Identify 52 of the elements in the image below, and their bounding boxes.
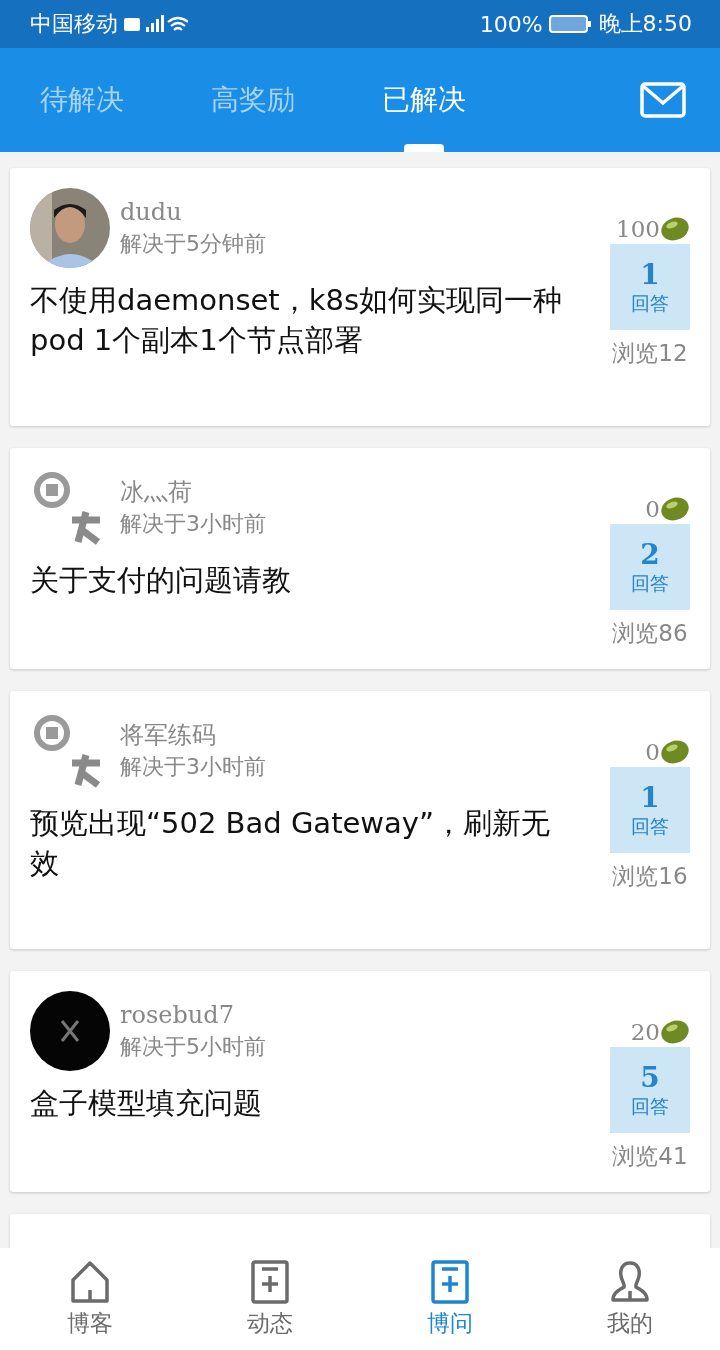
plus-box-icon [431,1259,469,1304]
answer-count: 2 [640,537,660,571]
view-count: 浏览41 [612,1142,688,1171]
answer-label: 回答 [631,1093,669,1119]
nav-item[interactable]: 博问 [360,1248,540,1350]
answer-count: 5 [640,1060,660,1094]
solved-time: 解决于5小时前 [120,1033,266,1061]
user-name[interactable]: 冰灬荷 [120,476,266,508]
mail-icon[interactable] [640,82,686,118]
clock: 晚上8:50 [598,10,692,38]
nav-item[interactable]: 博客 [0,1248,180,1350]
avatar-icon [30,991,110,1071]
person-icon [610,1259,650,1304]
user-name[interactable]: 将军练码 [120,719,266,751]
solved-time: 解决于5分钟前 [120,230,266,258]
user-name[interactable]: rosebud7 [120,999,266,1031]
battery-icon [548,13,593,35]
answer-count: 1 [640,257,660,291]
bounty-amount: 0 [645,739,660,765]
question-title[interactable]: 关于支付的问题请教 [30,560,575,600]
answer-label: 回答 [631,570,669,596]
answer-label: 回答 [631,290,669,316]
solved-time: 解决于3小时前 [120,510,266,538]
answer-label: 回答 [631,813,669,839]
signal-icon [124,13,188,35]
question-title[interactable]: 预览出现“502 Bad Gateway”，刷新无效 [30,803,575,883]
view-count: 浏览86 [612,619,688,648]
question-card[interactable]: dudu 解决于5分钟前 不使用daemonset，k8s如何实现同一种 pod 1个副本1个节点部署 100 1 回答 浏览12 [10,168,710,426]
question-title[interactable]: 不使用daemonset，k8s如何实现同一种 pod 1个副本1个节点部署 [30,280,575,360]
question-card[interactable]: 冰灬荷 解决于3小时前 关于支付的问题请教 0 2 回答 浏览86 [10,448,710,669]
bean-icon [660,216,690,242]
question-card[interactable]: 将军练码 解决于3小时前 预览出现“502 Bad Gateway”，刷新无效 0 1 回答 浏览16 [10,691,710,949]
carrier-name: 中国移动 [30,10,118,38]
solved-time: 解决于3小时前 [120,753,266,781]
tab[interactable]: 已解决 [366,48,537,152]
plus-box-icon [251,1259,289,1304]
question-title[interactable]: 盒子模型填充问题 [30,1083,575,1123]
nav-item[interactable]: 动态 [180,1248,360,1350]
battery-percent: 100% [479,11,543,37]
bounty-amount: 20 [630,1019,660,1045]
bounty-amount: 0 [645,496,660,522]
question-card[interactable]: rosebud7 解决于5小时前 盒子模型填充问题 20 5 回答 浏览41 [10,971,710,1192]
user-name[interactable]: dudu [120,196,266,228]
bean-icon [660,496,690,522]
home-icon [70,1259,110,1304]
bean-icon [660,1019,690,1045]
bean-icon [660,739,690,765]
bounty-amount: 100 [616,216,660,242]
view-count: 浏览16 [612,862,688,891]
answer-count: 1 [640,780,660,814]
nav-item[interactable]: 我的 [540,1248,720,1350]
view-count: 浏览12 [612,339,688,368]
